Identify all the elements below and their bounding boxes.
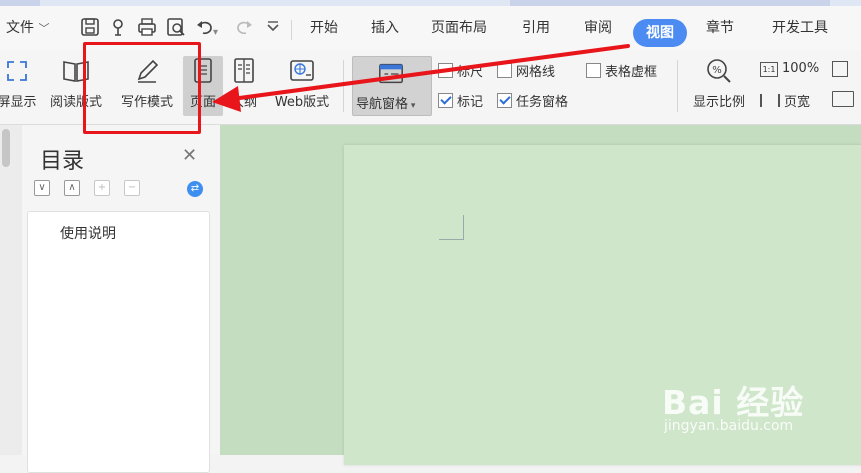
print-icon[interactable] [136,16,158,38]
tab-insert[interactable]: 插入 [371,17,399,37]
checkbox-box [497,93,512,108]
highlight-box [83,42,201,134]
remove-heading-icon[interactable]: − [124,180,140,196]
navigation-pane-label: 导航窗格 ▾ [356,97,416,112]
tab-home[interactable]: 开始 [310,17,338,37]
checkbox-box [438,93,453,108]
zoom-label: 显示比例 [692,95,745,110]
tab-review[interactable]: 审阅 [584,17,612,37]
fullscreen-label: 屏显示 [0,95,37,110]
ribbon-separator [677,60,678,112]
zoom-button[interactable]: % 显示比例 [686,56,752,110]
page-width-icon [760,94,780,107]
zoom-100-button[interactable]: 1:1 100% [760,61,819,77]
redo-icon[interactable] [233,16,255,38]
web-layout-button[interactable]: Web版式 [268,56,336,110]
gridlines-checkbox[interactable]: 网格线 [497,61,555,80]
save-icon[interactable] [79,16,101,38]
watermark-logo: Bai 经验 [662,383,805,422]
close-icon[interactable]: ✕ [182,145,197,166]
ruler-checkbox[interactable]: 标尺 [438,61,483,80]
fullscreen-button[interactable]: 屏显示 [0,56,38,110]
ribbon-separator [343,60,344,112]
page-width-button[interactable]: 页宽 [760,91,810,110]
sync-icon[interactable]: ⇄ [187,181,203,197]
web-layout-label: Web版式 [274,95,330,110]
customize-toolbar-icon[interactable] [262,16,284,38]
one-to-one-icon: 1:1 [760,62,778,77]
navigation-pane-button[interactable]: 导航窗格 ▾ [352,56,432,116]
collapse-all-icon[interactable]: ∨ [34,180,50,196]
page-width-label: 页宽 [784,95,811,110]
toc-list: 使用说明 [27,211,210,473]
toc-panel: 目录 ✕ ∨ ∧ + − ⇄ 使用说明 [22,125,220,473]
print-preview-icon[interactable] [165,16,187,38]
tab-page-layout[interactable]: 页面布局 [431,17,487,37]
globe-icon [290,60,314,81]
file-menu-label: 文件 [6,20,34,36]
outline-button[interactable]: 大纲 [227,56,261,110]
chevron-down-icon: ﹀ [38,22,50,35]
zoom-icon: % [707,59,731,83]
checkbox-box [438,63,453,78]
markup-checkbox[interactable]: 标记 [438,91,483,110]
tab-developer[interactable]: 开发工具 [772,17,828,37]
single-page-icon[interactable] [832,61,848,77]
left-strip-handle[interactable] [2,129,10,167]
task-pane-checkbox-label: 任务窗格 [516,95,569,110]
undo-dropdown-icon[interactable]: ▾ [213,16,225,38]
file-menu[interactable]: 文件 ﹀ [6,17,49,37]
zoom-100-label: 100% [782,61,820,76]
tab-references[interactable]: 引用 [522,17,550,37]
toc-title: 目录 [40,149,85,174]
format-painter-icon[interactable] [108,16,130,38]
chevron-down-icon: ▾ [408,101,416,111]
nav-pane-icon [379,63,403,84]
margin-corner-mark [439,215,464,240]
outline-icon [234,58,254,83]
left-tool-strip [0,125,23,455]
watermark-url: jingyan.baidu.com [664,418,794,434]
checkbox-box [586,63,601,78]
gridlines-checkbox-label: 网格线 [516,65,556,80]
task-pane-checkbox[interactable]: 任务窗格 [497,91,568,110]
table-gridlines-checkbox-label: 表格虚框 [605,65,658,80]
multi-page-icon[interactable] [832,91,854,107]
expand-up-icon[interactable]: ∧ [64,180,80,196]
toc-item[interactable]: 使用说明 [60,223,116,243]
markup-checkbox-label: 标记 [457,95,484,110]
checkbox-box [497,63,512,78]
add-heading-icon[interactable]: + [94,180,110,196]
ruler-checkbox-label: 标尺 [457,65,484,80]
tab-chapter[interactable]: 章节 [706,17,734,37]
watermark: Bai 经验 jingyan.baidu.com [662,376,857,446]
tab-view[interactable]: 视图 [633,19,687,47]
table-gridlines-checkbox[interactable]: 表格虚框 [586,61,657,80]
svg-text:%: % [712,65,722,76]
outline-label: 大纲 [230,95,257,110]
menu-separator [291,20,292,40]
fullscreen-icon [7,61,27,81]
